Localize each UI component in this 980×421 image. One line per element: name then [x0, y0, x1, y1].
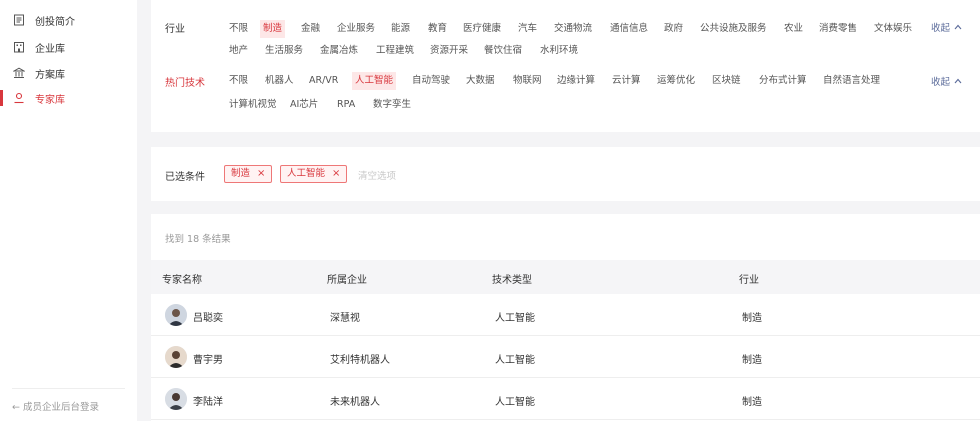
- close-icon[interactable]: ×: [257, 169, 265, 179]
- sidebar-item-solutions[interactable]: 方案库: [12, 63, 65, 83]
- industry-tag[interactable]: 生活服务: [262, 42, 306, 60]
- tech-tag[interactable]: 分布式计算: [756, 72, 810, 90]
- tech-tag[interactable]: 边缘计算: [554, 72, 598, 90]
- industry-tag[interactable]: 不限: [226, 20, 251, 38]
- sidebar-item-experts[interactable]: 专家库: [0, 88, 65, 108]
- result-count: 找到 18 条结果: [165, 234, 231, 245]
- tech-tag[interactable]: 物联网: [510, 72, 545, 90]
- tech-tag[interactable]: AI芯片: [287, 96, 321, 114]
- expert-tech: 人工智能: [495, 313, 535, 324]
- industry-tag[interactable]: 医疗健康: [460, 20, 504, 38]
- document-icon: [12, 13, 26, 27]
- selected-chip-tech[interactable]: 人工智能 ×: [280, 165, 348, 183]
- selected-conditions-panel: 已选条件 制造 × 人工智能 × 清空选项: [151, 147, 980, 201]
- column-header-tech: 技术类型: [492, 275, 532, 286]
- expert-name[interactable]: 吕聪奕: [193, 309, 223, 324]
- column-header-company: 所属企业: [327, 275, 367, 286]
- expert-industry: 制造: [742, 313, 762, 324]
- filter-panel: 行业 不限 制造 金融 企业服务 能源 教育 医疗健康 汽车 交通物流 通信信息 政府 公共设施及服务…: [151, 0, 980, 132]
- industry-tag[interactable]: 工程建筑: [373, 42, 417, 60]
- table-header: 专家名称 所属企业 技术类型 行业: [151, 260, 980, 294]
- industry-tag[interactable]: 能源: [388, 20, 413, 38]
- industry-tag[interactable]: 消费零售: [816, 20, 860, 38]
- industry-collapse-button[interactable]: 收起: [931, 20, 962, 34]
- divider: [12, 388, 125, 389]
- tech-tag[interactable]: 云计算: [609, 72, 644, 90]
- tech-filter-label: 热门技术: [165, 78, 205, 89]
- tech-tag[interactable]: 数字孪生: [370, 96, 414, 114]
- expert-industry: 制造: [742, 355, 762, 366]
- industry-tag[interactable]: 金属冶炼: [317, 42, 361, 60]
- tech-tag[interactable]: 自然语言处理: [820, 72, 883, 90]
- sidebar-item-label: 企业库: [35, 43, 65, 55]
- member-login-link[interactable]: ← 成员企业后台登录: [12, 399, 99, 413]
- selected-conditions-label: 已选条件: [165, 172, 205, 183]
- industry-tag[interactable]: 教育: [425, 20, 450, 38]
- table-row[interactable]: 曹宇男 艾利特机器人 人工智能 制造: [151, 336, 980, 378]
- tech-tag[interactable]: AR/VR: [306, 72, 341, 90]
- tech-tag[interactable]: 不限: [226, 72, 251, 90]
- sidebar-item-label: 创投简介: [35, 16, 75, 28]
- collapse-label: 收起: [930, 23, 950, 34]
- industry-tag[interactable]: 餐饮住宿: [481, 42, 525, 60]
- industry-tag[interactable]: 资源开采: [427, 42, 471, 60]
- avatar: [165, 304, 187, 326]
- tech-tag[interactable]: RPA: [334, 96, 358, 114]
- results-panel: 找到 18 条结果 专家名称 所属企业 技术类型 行业 吕聪奕 深慧视 人工智能…: [151, 214, 980, 421]
- clear-options-link[interactable]: 清空选项: [358, 168, 396, 182]
- chip-label: 制造: [231, 168, 251, 179]
- tech-tag[interactable]: 人工智能: [352, 72, 397, 90]
- tech-tag[interactable]: 大数据: [463, 72, 498, 90]
- industry-tag[interactable]: 金融: [298, 20, 323, 38]
- sidebar-item-intro[interactable]: 创投简介: [12, 10, 75, 30]
- chip-label: 人工智能: [287, 168, 326, 179]
- selected-chip-industry[interactable]: 制造 ×: [224, 165, 273, 183]
- expert-company: 深慧视: [330, 313, 360, 324]
- industry-filter-label: 行业: [165, 24, 185, 35]
- table-row[interactable]: 李陆洋 未来机器人 人工智能 制造: [151, 378, 980, 420]
- industry-tag[interactable]: 农业: [781, 20, 806, 38]
- tech-tag[interactable]: 区块链: [709, 72, 744, 90]
- industry-tag[interactable]: 企业服务: [334, 20, 378, 38]
- expert-tech: 人工智能: [495, 397, 535, 408]
- building-icon: [12, 40, 26, 54]
- column-header-industry: 行业: [739, 275, 759, 286]
- industry-tag[interactable]: 政府: [661, 20, 686, 38]
- expert-name[interactable]: 曹宇男: [193, 351, 223, 366]
- expert-tech: 人工智能: [495, 355, 535, 366]
- industry-tag[interactable]: 交通物流: [551, 20, 595, 38]
- expert-name[interactable]: 李陆洋: [193, 393, 223, 408]
- chevron-up-icon: [954, 78, 962, 84]
- expert-company: 未来机器人: [330, 397, 380, 408]
- expert-company: 艾利特机器人: [330, 355, 390, 366]
- tech-tag[interactable]: 运筹优化: [654, 72, 698, 90]
- collapse-label: 收起: [930, 77, 950, 88]
- industry-tag[interactable]: 文体娱乐: [871, 20, 915, 38]
- table-row[interactable]: 吕聪奕 深慧视 人工智能 制造: [151, 294, 980, 336]
- user-icon: [12, 91, 26, 105]
- industry-tag[interactable]: 制造: [260, 20, 286, 38]
- sidebar-item-companies[interactable]: 企业库: [12, 37, 65, 57]
- tech-collapse-button[interactable]: 收起: [931, 74, 962, 88]
- industry-tag[interactable]: 水利环境: [537, 42, 581, 60]
- industry-tag[interactable]: 通信信息: [607, 20, 651, 38]
- column-header-name: 专家名称: [162, 275, 202, 286]
- tech-tag[interactable]: 自动驾驶: [409, 72, 453, 90]
- industry-tag[interactable]: 汽车: [515, 20, 540, 38]
- tech-tag[interactable]: 计算机视觉: [226, 96, 280, 114]
- industry-tag[interactable]: 地产: [226, 42, 251, 60]
- sidebar-item-label: 方案库: [35, 69, 65, 81]
- tech-tag[interactable]: 机器人: [262, 72, 297, 90]
- avatar: [165, 388, 187, 410]
- close-icon[interactable]: ×: [332, 169, 340, 179]
- sidebar: 创投简介 企业库 方案库 专家库 ← 成员企业后台登录: [0, 0, 137, 421]
- expert-industry: 制造: [742, 397, 762, 408]
- industry-tag[interactable]: 公共设施及服务: [697, 20, 770, 38]
- chevron-up-icon: [954, 24, 962, 30]
- sidebar-item-label: 专家库: [35, 94, 65, 106]
- bank-icon: [12, 66, 26, 80]
- avatar: [165, 346, 187, 368]
